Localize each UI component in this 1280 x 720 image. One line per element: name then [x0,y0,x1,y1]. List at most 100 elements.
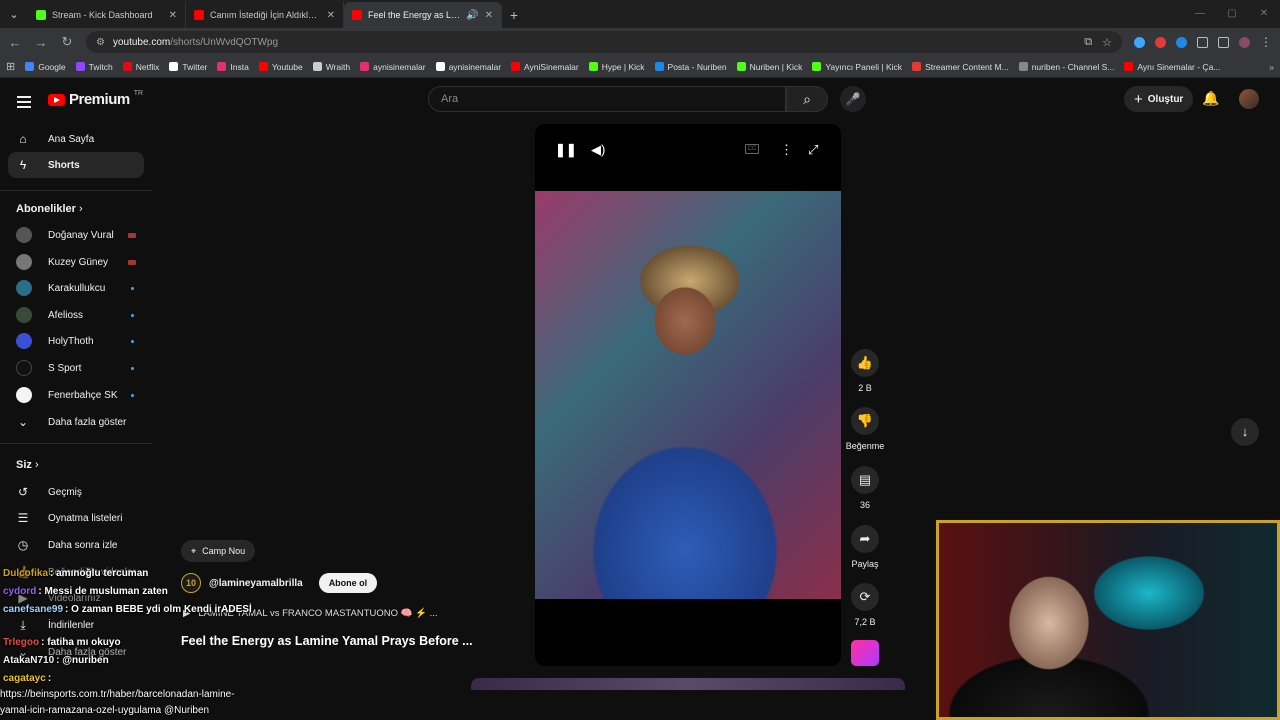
bookmark-google[interactable]: Google [25,62,66,72]
notifications-bell-icon[interactable]: 🔔 [1202,90,1219,107]
bookmark-aynisinemalar-yt[interactable]: AyniSinemalar [511,62,579,72]
bookmark-youtube[interactable]: Youtube [258,62,303,72]
bookmark-nuriben-channel[interactable]: nuriben - Channel S... [1018,62,1114,72]
subscriptions-heading[interactable]: Abonelikler › [16,203,83,215]
share-button[interactable]: ➦ Paylaş [845,525,885,569]
sidebar-item-home[interactable]: ⌂ Ana Sayfa [8,126,144,152]
bookmark-star-icon[interactable]: ☆ [1102,36,1112,49]
captions-icon[interactable]: CC [745,144,759,154]
chat-username: Dulcofika [3,568,49,579]
bookmarks-overflow-icon[interactable]: » [1269,62,1274,72]
dislike-button[interactable]: 👎 Beğenme [845,407,885,451]
account-avatar[interactable] [1239,89,1259,109]
profile-icon[interactable] [1239,36,1250,48]
sidebar-item-playlists[interactable]: ☰ Oynatma listeleri [8,505,144,531]
bookmark-twitter[interactable]: Twitter [169,62,207,72]
puzzle-icon[interactable] [1197,36,1208,48]
bookmark-ayni-sinemalar[interactable]: Aynı Sinemalar - Ça... [1124,62,1220,72]
fullscreen-icon[interactable]: ⤢ [808,142,818,158]
site-info-icon[interactable]: ⚙ [96,37,105,48]
close-tab-icon[interactable]: ✕ [169,10,177,21]
subscribe-button[interactable]: Abone ol [318,573,378,593]
url-field[interactable]: ⚙ youtube.com/shorts/UnWvdQOTWpg ⧉ ☆ [86,31,1122,53]
volume-icon[interactable]: ◀) [591,142,605,158]
location-chip[interactable]: ⌖ Camp Nou [181,540,256,562]
instagram-icon [217,62,227,71]
audio-icon[interactable]: 🔊 [466,10,478,21]
guide-menu-icon[interactable] [17,93,31,111]
maximize-icon[interactable]: ▢ [1216,0,1248,28]
close-tab-icon[interactable]: ✕ [485,10,493,21]
forward-icon[interactable]: → [34,35,48,50]
chat-message: Trlegoo: fatiha mı okuyo [3,637,303,648]
chat-username: cydord [3,586,37,597]
bookmark-netflix[interactable]: Netflix [122,62,159,72]
video-frame[interactable] [535,191,841,599]
bookmark-twitch[interactable]: Twitch [75,62,113,72]
sidebar-sub-karakullukcu[interactable]: Karakullukcu [8,275,144,301]
sidebar-sub-kuzey-guney[interactable]: Kuzey Güney [8,249,144,275]
tab-youtube-video[interactable]: Canım İstediği İçin Aldıklarım! 🎮 ✕ [186,2,344,28]
next-video-arrow-icon[interactable]: ↓ [1231,418,1259,446]
extension-icon[interactable] [1134,36,1145,48]
bookmark-aynisinemalar-insta[interactable]: aynisinemalar [360,62,426,72]
remix-button[interactable]: ⟳ 7,2 B [845,583,885,627]
chat-text: : Messi de musluman zaten [38,586,168,597]
microphone-icon[interactable]: 🎤 [840,86,866,112]
reload-icon[interactable]: ↻ [60,34,74,50]
bookmark-hype-kick[interactable]: Hype | Kick [588,62,645,72]
more-options-icon[interactable]: ⋮ [780,142,793,158]
bookmark-yayinci-paneli[interactable]: Yayıncı Paneli | Kick [812,62,902,72]
menu-icon[interactable]: ⋮ [1260,36,1272,48]
pause-icon[interactable]: ❚❚ [555,142,577,158]
close-tab-icon[interactable]: ✕ [327,10,335,21]
sidebar-sub-fenerbahce[interactable]: Fenerbahçe SK [8,382,144,408]
search-input[interactable]: Ara [428,86,786,112]
bookmark-insta[interactable]: Insta [217,62,249,72]
sound-thumbnail[interactable] [851,640,879,666]
sidebar-sub-afelioss[interactable]: Afelioss [8,302,144,328]
shorts-player[interactable]: ❚❚ ◀) CC ⋮ ⤢ [535,124,841,666]
media-icon[interactable] [1218,36,1229,48]
sidebar-show-more-subs[interactable]: ⌄ Daha fazla göster [8,409,144,435]
sidebar-item-downloads[interactable]: ⤓ İndirilenler [8,612,144,638]
sidebar-sub-s-sport[interactable]: S Sport [8,355,144,381]
apps-icon[interactable]: ⊞ [6,60,15,73]
cast-icon[interactable]: ⧉ [1084,36,1092,49]
browser-tabbar: ⌄ Stream - Kick Dashboard ✕ Canım İstedi… [0,0,1280,28]
you-heading[interactable]: Siz › [16,459,39,471]
url-path: /shorts/UnWvdQOTWpg [170,36,279,48]
back-icon[interactable]: ← [8,35,22,50]
bookmark-wraith[interactable]: Wraith [312,62,350,72]
extension-icon[interactable] [1155,36,1166,48]
history-icon: ↺ [17,485,29,499]
like-button[interactable]: 👍 2 B [845,349,885,393]
sidebar-item-shorts[interactable]: ϟ Shorts [8,152,144,178]
minimize-icon[interactable]: — [1184,0,1216,28]
sidebar-item-history[interactable]: ↺ Geçmiş [8,479,144,505]
bookmark-streamer-content[interactable]: Streamer Content M... [912,62,1009,72]
share-label: Paylaş [851,559,879,569]
chat-username: cagatayc [3,673,46,684]
search-icon[interactable]: ⌕ [786,86,828,112]
chat-message: AtakaN710: @nuriben [3,655,303,666]
shorts-icon: ϟ [19,158,27,172]
new-tab-button[interactable]: + [502,2,526,28]
next-short-preview[interactable] [471,678,905,690]
create-button[interactable]: + Oluştur [1124,86,1194,112]
sidebar-sub-doganay-vural[interactable]: Doğanay Vural [8,222,144,248]
bookmark-nuriben-kick[interactable]: Nuriben | Kick [736,62,802,72]
bookmark-aynisinemalar-x[interactable]: aynisinemalar [435,62,501,72]
channel-avatar [16,307,32,323]
extension-icon[interactable] [1176,36,1187,48]
sidebar-item-watch-later[interactable]: ◷ Daha sonra izle [8,532,144,558]
tab-youtube-shorts[interactable]: Feel the Energy as Lamine Yamal 🔊 ✕ [344,2,502,28]
comments-button[interactable]: ▤ 36 [845,466,885,510]
sidebar-sub-holythoth[interactable]: HolyThoth [8,328,144,354]
tab-kick-dashboard[interactable]: Stream - Kick Dashboard ✕ [28,2,186,28]
chat-text: : fatiha mı okuyo [41,637,121,648]
youtube-premium-logo[interactable]: Premium TR [48,90,143,108]
close-window-icon[interactable]: ✕ [1248,0,1280,28]
tab-search-icon[interactable]: ⌄ [0,0,28,28]
bookmark-posta[interactable]: Posta - Nuriben [654,62,727,72]
